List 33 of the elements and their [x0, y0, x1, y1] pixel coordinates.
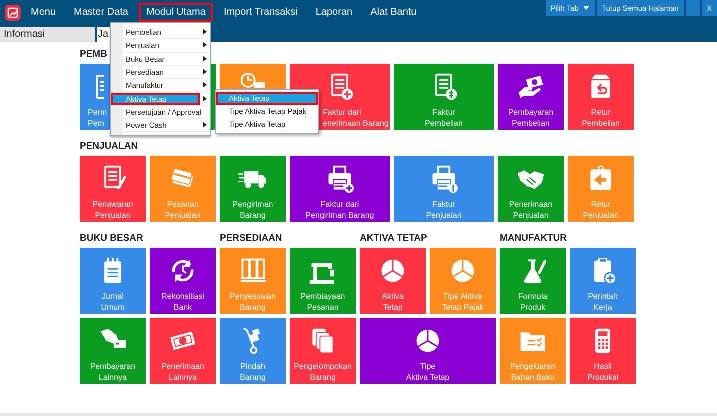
tile-label: Rekonsiliasi Bank: [162, 291, 204, 313]
tile-label: Tipe Aktiva Tetap Pajak: [442, 291, 484, 313]
tile-label: Pembayaran Lainnya: [90, 361, 136, 383]
tile-label: Jurnal Umum: [101, 291, 125, 313]
tile-label: Faktur Penjualan: [426, 199, 462, 221]
tile-label: Faktur dari Pengiriman Barang: [306, 199, 374, 221]
tile-label: Pengiriman Barang: [232, 199, 274, 221]
tile-label: Pindah Barang: [240, 361, 266, 383]
tile-label: Aktiva Tetap: [382, 291, 404, 313]
tile-label: Penerimaan Penjualan: [509, 199, 553, 221]
tile-label: Formula Produk: [518, 291, 548, 313]
section-title: MANUFAKTUR: [500, 234, 568, 244]
tile-label: Faktur Pembelian: [425, 107, 463, 129]
tile-label: Pesanan Penjualan: [165, 199, 201, 221]
tile-label: Penyesuaian Barang: [230, 291, 276, 313]
section-title: PENJUALAN: [80, 142, 138, 152]
section-title: BUKU BESAR: [80, 234, 144, 244]
tile-label: Tipe Aktiva Tetap: [406, 361, 450, 383]
tile-label: Pengeluaran Bahan Baku: [510, 361, 556, 383]
tile-label: Perm Pem: [88, 107, 108, 129]
tile-label: Pembayaran Pembelian: [508, 107, 554, 129]
tile-label: Pembiayaan Pesanan: [300, 291, 346, 313]
section-title: AKTIVA TETAP: [360, 234, 428, 244]
tile-label: Hasil Produksi: [587, 361, 619, 383]
tile-label: Penerimaan Lainnya: [161, 361, 205, 383]
section-title: PERSEDIAAN: [220, 234, 282, 244]
tile-label: Retur Pembelian: [582, 107, 620, 129]
tile-label: Penawaran Penjualan: [92, 199, 134, 221]
tile-label: Perintah Kerja: [588, 291, 618, 313]
tile-label: Retur Penjualan: [583, 199, 619, 221]
tile-label: Pengelompokan Barang: [294, 361, 352, 383]
tile-label: Faktur dari enerimaan Barang: [323, 107, 389, 129]
section-title: PEMB: [80, 50, 108, 60]
